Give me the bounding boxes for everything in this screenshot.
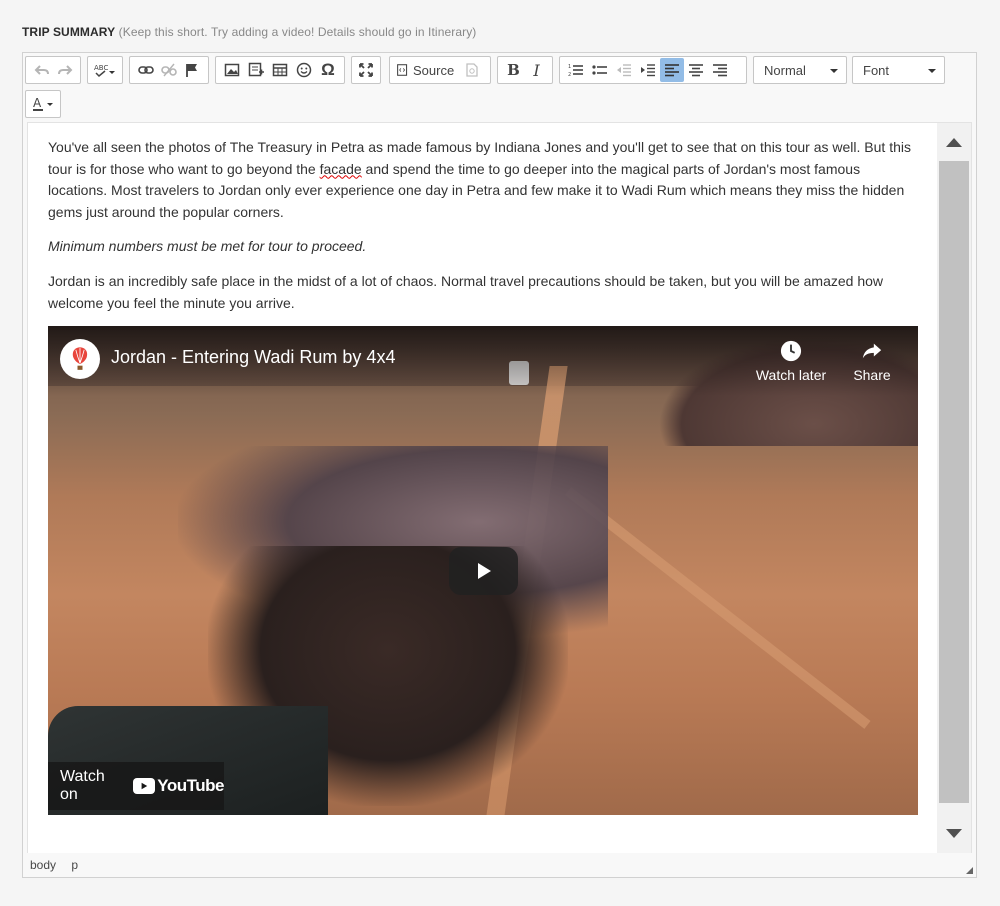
numbered-list-icon[interactable]: 12 — [564, 58, 588, 82]
basic-style-group: B I — [497, 56, 553, 84]
paragraph-3: Jordan is an incredibly safe place in th… — [48, 272, 884, 311]
smiley-icon[interactable] — [292, 58, 316, 82]
source-group: Source — [389, 56, 491, 84]
indent-icon[interactable] — [636, 58, 660, 82]
align-left-icon[interactable] — [660, 58, 684, 82]
chevron-down-icon — [928, 69, 936, 73]
path-item-p[interactable]: p — [71, 858, 78, 872]
field-hint: (Keep this short. Try adding a video! De… — [118, 25, 477, 39]
resize-handle-icon[interactable] — [966, 867, 973, 874]
svg-text:A: A — [33, 96, 42, 110]
editor-body[interactable]: You've all seen the photos of The Treasu… — [48, 137, 918, 327]
share-button[interactable]: Share — [832, 340, 912, 383]
youtube-logo: YouTube — [133, 776, 224, 796]
editor-content-area[interactable]: You've all seen the photos of The Treasu… — [27, 122, 972, 854]
align-center-icon[interactable] — [684, 58, 708, 82]
editor-toolbar: ABC Ω Source B I 1 2 Normal Font A — [23, 53, 976, 123]
vertical-scrollbar[interactable] — [937, 123, 971, 853]
bulleted-list-icon[interactable] — [588, 58, 612, 82]
format-select[interactable]: Normal — [753, 56, 847, 84]
redo-icon[interactable] — [53, 58, 76, 82]
italic-button[interactable]: I — [525, 58, 548, 82]
watch-later-button[interactable]: Watch later — [751, 340, 831, 383]
share-icon — [832, 340, 912, 362]
misspelled-word[interactable]: facade — [320, 161, 362, 177]
rich-text-editor: ABC Ω Source B I 1 2 Normal Font A You'v… — [22, 52, 977, 878]
editor-statusbar: body p — [23, 853, 976, 877]
insert-group: Ω — [215, 56, 345, 84]
youtube-play-icon — [133, 778, 156, 794]
paragraph-2: Minimum numbers must be met for tour to … — [48, 238, 367, 255]
text-color-icon[interactable]: A — [30, 92, 56, 116]
maximize-group — [351, 56, 381, 84]
play-icon — [477, 563, 491, 579]
watch-on-youtube-button[interactable]: Watch on YouTube — [48, 762, 224, 810]
scroll-up-arrow-icon[interactable] — [937, 125, 971, 159]
bold-button[interactable]: B — [502, 58, 525, 82]
svg-text:ABC: ABC — [94, 64, 108, 72]
embedded-video[interactable]: Jordan - Entering Wadi Rum by 4x4 Watch … — [48, 326, 918, 815]
svg-text:2: 2 — [568, 72, 571, 78]
path-item-body[interactable]: body — [30, 858, 56, 872]
share-label: Share — [853, 367, 891, 383]
spellcheck-icon[interactable]: ABC — [92, 58, 118, 82]
svg-text:1: 1 — [568, 64, 571, 70]
watch-on-label: Watch on — [60, 768, 105, 803]
format-value: Normal — [764, 62, 806, 78]
insert-template-icon[interactable] — [244, 58, 268, 82]
paragraph-group: 12 — [559, 56, 747, 84]
link-icon[interactable] — [134, 58, 157, 82]
field-title: TRIP SUMMARY — [22, 25, 116, 39]
element-path: body p — [30, 858, 90, 872]
align-right-icon[interactable] — [708, 58, 732, 82]
maximize-icon[interactable] — [356, 58, 376, 82]
undo-icon[interactable] — [30, 58, 53, 82]
anchor-flag-icon[interactable] — [181, 58, 204, 82]
scroll-down-arrow-icon[interactable] — [937, 817, 971, 851]
font-select[interactable]: Font — [852, 56, 945, 84]
video-title[interactable]: Jordan - Entering Wadi Rum by 4x4 — [111, 347, 395, 368]
document-properties-icon[interactable] — [460, 58, 484, 82]
unlink-icon[interactable] — [157, 58, 180, 82]
outdent-icon[interactable] — [612, 58, 636, 82]
link-group — [129, 56, 209, 84]
source-button[interactable]: Source — [394, 58, 456, 82]
spellcheck-group: ABC — [87, 56, 123, 84]
source-label: Source — [413, 62, 455, 78]
play-button[interactable] — [449, 547, 518, 595]
scrollbar-thumb[interactable] — [939, 161, 969, 803]
field-label: TRIP SUMMARY (Keep this short. Try addin… — [22, 25, 476, 39]
watch-later-label: Watch later — [755, 367, 827, 383]
paragraph-1: You've all seen the photos of The Treasu… — [48, 139, 911, 220]
channel-avatar[interactable] — [60, 339, 100, 379]
image-icon[interactable] — [220, 58, 244, 82]
table-icon[interactable] — [268, 58, 292, 82]
color-group: A — [25, 90, 61, 118]
special-char-icon[interactable]: Ω — [316, 58, 340, 82]
font-value: Font — [863, 62, 890, 78]
chevron-down-icon — [830, 69, 838, 73]
history-group — [25, 56, 81, 84]
clock-icon — [751, 340, 831, 362]
